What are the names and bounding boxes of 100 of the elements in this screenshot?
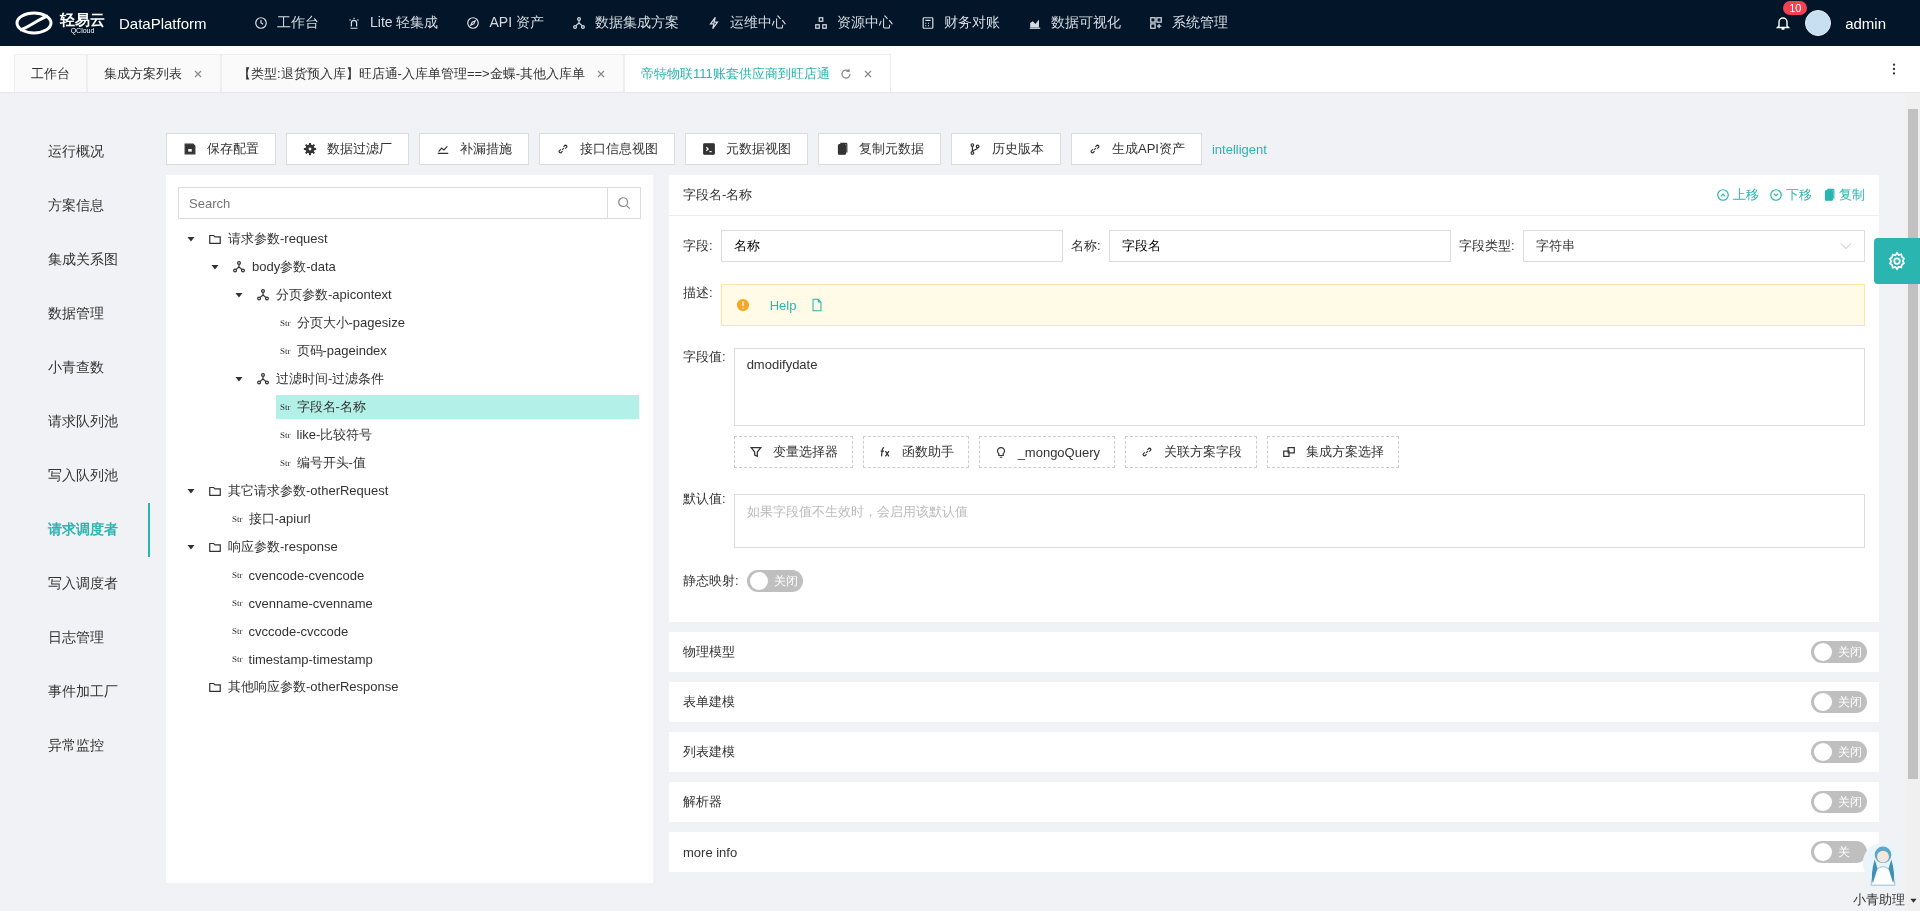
caret-icon[interactable]	[186, 234, 196, 244]
node-label: 页码-pageindex	[296, 342, 387, 360]
tree-node[interactable]: body参数-data	[228, 255, 639, 279]
nav-item[interactable]: 数据可视化	[1013, 14, 1135, 32]
sidebar-item[interactable]: 数据管理	[0, 287, 150, 341]
logo-icon	[14, 10, 54, 36]
page-tab[interactable]: 【类型:退货预入库】旺店通-入库单管理==>金蝶-其他入库单	[221, 54, 625, 92]
sidebar-item[interactable]: 写入队列池	[0, 449, 150, 503]
nav-item[interactable]: 资源中心	[799, 14, 907, 32]
caret-icon[interactable]	[234, 374, 244, 384]
nav-icon	[813, 16, 828, 30]
nav-item[interactable]: Lite 轻集成	[333, 14, 453, 32]
node-label: 其它请求参数-otherRequest	[228, 482, 389, 500]
sidebar-item[interactable]: 小青查数	[0, 341, 150, 395]
node-label: body参数-data	[252, 258, 336, 276]
type-tag: Str	[232, 514, 243, 524]
tool-button[interactable]: 变量选择器	[733, 436, 853, 468]
sidebar-item[interactable]: 集成关系图	[0, 233, 150, 287]
search-icon[interactable]	[617, 196, 631, 210]
tree-node[interactable]: Str cvenname-cvenname	[228, 591, 639, 615]
settings-icon	[1887, 251, 1907, 271]
toolbar-button[interactable]: 补漏措施	[419, 133, 529, 165]
nav-item[interactable]: 系统管理	[1134, 14, 1242, 32]
type-tag: Str	[232, 654, 243, 664]
bell-icon[interactable]	[1775, 15, 1792, 31]
refresh-icon[interactable]	[839, 67, 852, 80]
tool-button[interactable]: _mongoQuery	[978, 436, 1115, 468]
user-avatar[interactable]	[1805, 10, 1832, 36]
nav-label: 工作台	[277, 14, 319, 32]
sidebar-item[interactable]: 异常监控	[0, 719, 150, 773]
tree-node[interactable]: Str 接口-apiurl	[228, 507, 639, 531]
sidebar-item[interactable]: 运行概况	[0, 125, 150, 179]
toolbar-button[interactable]: 数据过滤厂	[286, 133, 409, 165]
collapse-panel[interactable]: 解析器 关闭	[669, 782, 1879, 822]
assistant-label[interactable]: 小青助理	[1853, 891, 1905, 909]
action-icon	[1769, 188, 1783, 202]
node-label: 过滤时间-过滤条件	[276, 370, 385, 388]
sidebar-item[interactable]: 方案信息	[0, 179, 150, 233]
tree-node[interactable]: 分页参数-apicontext	[252, 283, 639, 307]
tree-node[interactable]: Str cvccode-cvccode	[228, 619, 639, 643]
type-tag: Str	[280, 318, 291, 328]
nav-item[interactable]: 数据集成方案	[557, 14, 693, 32]
tree-node[interactable]: Str timestamp-timestamp	[228, 647, 639, 671]
nav-icon	[1148, 16, 1163, 30]
sidebar-item[interactable]: 事件加工厂	[0, 665, 150, 719]
tool-button[interactable]: 集成方案选择	[1267, 436, 1399, 468]
input-field[interactable]: 字段名	[1108, 230, 1451, 262]
toolbar-button[interactable]: 历史版本	[951, 133, 1061, 165]
button-icon	[1088, 142, 1102, 156]
toolbar-button[interactable]: 接口信息视图	[539, 133, 675, 165]
tree-node[interactable]: 其它请求参数-otherRequest	[204, 479, 639, 503]
tree-node[interactable]: Str 编号开头-值	[276, 451, 639, 475]
collapse-panel[interactable]: 物理模型 关闭	[669, 632, 1879, 672]
nav-item[interactable]: 工作台	[240, 14, 333, 32]
tree-node[interactable]: 过滤时间-过滤条件	[252, 367, 639, 391]
caret-icon[interactable]	[186, 542, 196, 552]
nav-item[interactable]: API 资产	[452, 14, 558, 32]
tree-node[interactable]: 其他响应参数-otherResponse	[204, 675, 639, 699]
nav-item[interactable]: 财务对账	[906, 14, 1014, 32]
collapse-panel[interactable]: 表单建模 关闭	[669, 682, 1879, 722]
chevron-down-icon	[1840, 242, 1852, 250]
toolbar-button[interactable]: 元数据视图	[685, 133, 808, 165]
tree-node[interactable]: Str 页码-pageindex	[276, 339, 639, 363]
search-field[interactable]: Search	[178, 187, 608, 219]
sidebar-item[interactable]: 写入调度者	[0, 557, 150, 611]
toolbar-button[interactable]: 生成API资产	[1071, 133, 1202, 165]
tree-node[interactable]: Str 字段名-名称	[276, 395, 639, 419]
page-tab[interactable]: 工作台	[14, 54, 87, 92]
field-label: 字段类型:	[1459, 237, 1515, 255]
collapse-panel[interactable]: more info 关	[669, 832, 1879, 872]
more-icon[interactable]	[1892, 62, 1896, 76]
user-name[interactable]: admin	[1845, 14, 1886, 32]
input-field[interactable]: 名称	[720, 230, 1063, 262]
page-tab[interactable]: 集成方案列表	[87, 54, 221, 92]
toolbar-button[interactable]: 复制元数据	[818, 133, 941, 165]
tree-node[interactable]: Str cvencode-cvencode	[228, 563, 639, 587]
node-label: cvenname-cvenname	[248, 595, 373, 611]
nav-label: 数据可视化	[1050, 14, 1121, 32]
tool-button[interactable]: 关联方案字段	[1125, 436, 1257, 468]
tree-node[interactable]: 请求参数-request	[204, 227, 639, 251]
caret-icon[interactable]	[210, 262, 220, 272]
scrollbar-thumb[interactable]	[1907, 109, 1918, 779]
toolbar-button[interactable]: 保存配置	[166, 133, 276, 165]
node-label: 响应参数-response	[228, 538, 338, 556]
sidebar-item[interactable]: 日志管理	[0, 611, 150, 665]
field-label: 字段:	[683, 237, 713, 255]
default-value-field[interactable]: 如果字段值不生效时，会启用该默认值	[733, 494, 1865, 548]
tree-node[interactable]: 响应参数-response	[204, 535, 639, 559]
button-icon	[183, 142, 197, 156]
tool-button[interactable]: 函数助手	[862, 436, 969, 468]
tree-node[interactable]: Str like-比较符号	[276, 423, 639, 447]
collapse-panel[interactable]: 列表建模 关闭	[669, 732, 1879, 772]
select-field[interactable]: 字符串	[1522, 230, 1865, 262]
nav-item[interactable]: 运维中心	[692, 14, 800, 32]
tree-node[interactable]: Str 分页大小-pagesize	[276, 311, 639, 335]
caret-icon[interactable]	[234, 290, 244, 300]
caret-icon[interactable]	[186, 486, 196, 496]
sidebar-item[interactable]: 请求队列池	[0, 395, 150, 449]
type-tag: Str	[232, 570, 243, 580]
value-field[interactable]: dmodifydate	[733, 348, 1865, 426]
